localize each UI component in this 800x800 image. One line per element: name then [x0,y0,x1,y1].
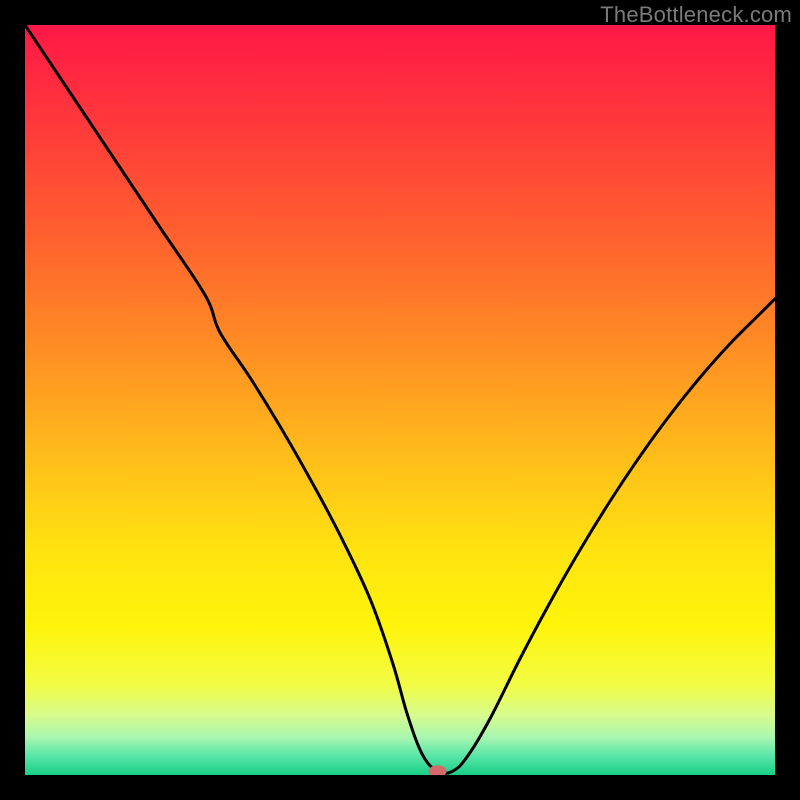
bottleneck-chart [25,25,775,775]
watermark-text: TheBottleneck.com [600,2,792,28]
gradient-background [25,25,775,775]
chart-frame: TheBottleneck.com [0,0,800,800]
